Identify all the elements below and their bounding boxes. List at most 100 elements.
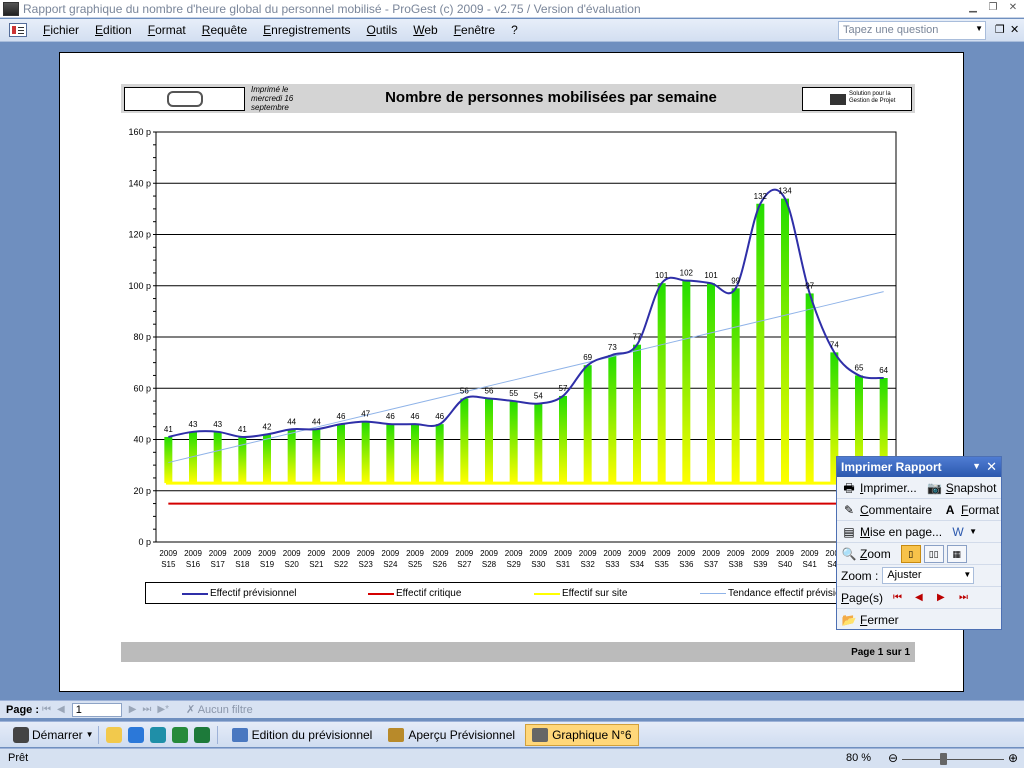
zoom-out-icon[interactable]: ⊖ <box>888 751 898 765</box>
next-record-icon[interactable]: ▶ <box>129 704 137 715</box>
one-page-view-icon[interactable]: ▯ <box>900 544 921 563</box>
format-button[interactable]: Format <box>961 503 999 517</box>
data-label: 46 <box>386 412 395 421</box>
ask-question-input[interactable]: Tapez une question ▼ <box>838 21 986 40</box>
word-export-icon[interactable]: W <box>950 525 966 539</box>
zoom-slider-knob[interactable] <box>939 753 947 765</box>
menu-outils[interactable]: Outils <box>359 23 406 37</box>
last-page-icon[interactable]: ⏭ <box>959 592 971 603</box>
doc-restore-icon[interactable]: ❐ <box>995 23 1005 36</box>
data-label: 55 <box>509 389 518 398</box>
close-preview-button[interactable]: Fermer <box>860 613 899 627</box>
menu-requete[interactable]: Requête <box>194 23 255 37</box>
legend-swatch <box>700 593 726 594</box>
x-tick-label: 2009 <box>505 549 523 558</box>
menu-enregistrements[interactable]: Enregistrements <box>255 23 358 37</box>
x-tick-label: S15 <box>161 560 176 569</box>
menu-fichier[interactable]: Fichier <box>35 23 87 37</box>
previous-record-icon[interactable]: ◀ <box>57 704 65 715</box>
two-page-view-icon[interactable]: ▯▯ <box>923 544 944 563</box>
x-tick-label: 2009 <box>751 549 769 558</box>
format-icon[interactable]: A <box>942 503 958 517</box>
comment-button[interactable]: Commentaire <box>860 503 932 517</box>
page-nav-label: Page : <box>6 703 40 716</box>
page-number-input[interactable]: 1 <box>71 702 122 717</box>
comment-icon[interactable]: ✎ <box>841 503 857 517</box>
data-label: 43 <box>189 420 198 429</box>
first-page-icon[interactable]: ⏮ <box>893 592 905 603</box>
chevron-down-icon[interactable]: ▼ <box>963 570 971 579</box>
last-record-icon[interactable]: ⏭ <box>142 704 151 715</box>
previsionnel-line <box>168 188 884 439</box>
y-tick-label: 20 p <box>133 486 151 496</box>
legend-swatch <box>368 592 394 595</box>
data-label: 46 <box>435 412 444 421</box>
magnifier-icon[interactable]: 🔍 <box>841 547 857 561</box>
bar <box>213 431 222 484</box>
bar <box>608 354 617 484</box>
menu-help[interactable]: ? <box>503 23 526 37</box>
document-icon[interactable] <box>9 23 27 37</box>
zoom-select-value: Ajuster <box>887 569 922 581</box>
folder-icon[interactable]: 📂 <box>841 613 857 627</box>
record-navigation: Page : ⏮ ◀ 1 ▶ ⏭ ▶* ✗ Aucun filtre <box>0 700 1024 718</box>
multi-page-view-icon[interactable]: ▦ <box>946 544 967 563</box>
menu-fenetre[interactable]: Fenêtre <box>446 23 503 37</box>
x-tick-label: S39 <box>753 560 768 569</box>
excel-icon[interactable] <box>193 726 210 743</box>
close-icon[interactable]: ✕ <box>1006 1 1020 15</box>
first-record-icon[interactable]: ⏮ <box>42 704 51 715</box>
menu-format[interactable]: Format <box>140 23 194 37</box>
x-tick-label: 2009 <box>307 549 325 558</box>
zoom-in-icon[interactable]: ⊕ <box>1008 751 1018 765</box>
x-tick-label: 2009 <box>159 549 177 558</box>
print-button[interactable]: Imprimer... <box>860 481 917 495</box>
outlook-icon[interactable] <box>149 726 166 743</box>
internet-explorer-icon[interactable] <box>127 726 144 743</box>
printer-icon[interactable]: 🖶 <box>841 481 857 495</box>
menu-edition[interactable]: Edition <box>87 23 140 37</box>
zoom-button[interactable]: Zoom <box>860 547 891 561</box>
restore-icon[interactable]: ❐ <box>986 1 1000 15</box>
panel-close-icon[interactable]: ✕ <box>986 459 997 475</box>
zoom-slider[interactable]: ⊖ ⊕ <box>888 751 1018 765</box>
legend-item-critique: Effectif critique <box>368 588 461 599</box>
task-graphique[interactable]: Graphique N°6 <box>525 723 639 746</box>
page-number: Page 1 sur 1 <box>851 647 910 658</box>
y-tick-label: 0 p <box>138 537 151 547</box>
panel-menu-icon[interactable]: ▼ <box>972 461 981 471</box>
filter-status[interactable]: ✗ Aucun filtre <box>186 703 253 716</box>
task-apercu-previsionnel[interactable]: Aperçu Prévisionnel <box>382 724 521 746</box>
y-tick-label: 100 p <box>128 281 151 291</box>
search-tool-icon[interactable] <box>105 726 122 743</box>
chevron-down-icon[interactable]: ▼ <box>975 24 983 33</box>
new-record-icon[interactable]: ▶* <box>157 704 169 715</box>
page-setup-button[interactable]: Mise en page... <box>860 525 942 539</box>
doc-close-icon[interactable]: ✕ <box>1010 23 1019 36</box>
form-icon <box>231 727 248 742</box>
export-dropdown-icon[interactable]: ▼ <box>969 527 977 536</box>
bar <box>731 288 740 484</box>
page-setup-icon[interactable]: ▤ <box>841 525 857 539</box>
data-label: 64 <box>879 366 888 375</box>
snapshot-button[interactable]: Snapshot <box>946 481 997 495</box>
x-tick-label: S40 <box>778 560 793 569</box>
data-label: 47 <box>361 410 370 419</box>
data-label: 132 <box>754 192 768 201</box>
x-tick-label: 2009 <box>529 549 547 558</box>
next-page-icon[interactable]: ▶ <box>937 592 949 603</box>
task-edition-previsionnel[interactable]: Edition du prévisionnel <box>226 724 379 746</box>
start-label: Démarrer <box>32 727 83 742</box>
minimize-icon[interactable]: ▁ <box>966 1 980 15</box>
data-label: 65 <box>855 363 864 372</box>
x-tick-label: S25 <box>408 560 423 569</box>
bar <box>411 424 419 484</box>
print-report-panel: Imprimer Rapport ▼ ✕ 🖶 Imprimer... 📷 Sna… <box>836 456 1002 630</box>
camera-icon[interactable]: 📷 <box>927 481 943 495</box>
previous-page-icon[interactable]: ◀ <box>915 592 927 603</box>
menu-web[interactable]: Web <box>405 23 445 37</box>
calculator-icon[interactable] <box>171 726 188 743</box>
start-button[interactable]: Démarrer ▼ <box>10 726 94 743</box>
zoom-select[interactable]: Ajuster ▼ <box>882 567 975 584</box>
bar <box>337 424 345 484</box>
